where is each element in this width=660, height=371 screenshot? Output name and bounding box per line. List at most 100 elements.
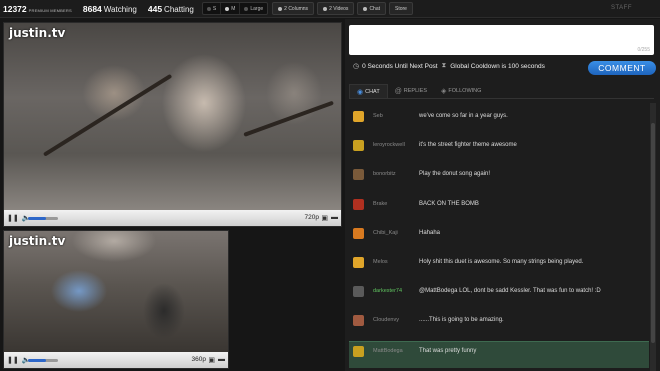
avatar[interactable] [353,111,364,122]
chat-username[interactable]: leroyrockwell [373,140,411,148]
radio-dot-icon [206,6,211,11]
watching-count: 8684 [82,3,102,14]
avatar[interactable] [353,198,364,210]
chat-tabs: ◉ CHAT @ REPLIES ◈ FOLLOWING [349,83,654,99]
avatar[interactable] [353,315,364,327]
popout-icon[interactable]: ▣ [321,214,328,222]
toggle-dot-icon [278,6,283,11]
chat-username[interactable]: MattBodega [373,346,411,354]
two-videos-button[interactable]: 2 Videos [317,2,355,15]
store-button[interactable]: Store [389,2,413,15]
tab-label: CHAT [365,88,380,95]
chat-username[interactable]: Brake [373,199,411,207]
chat-icon: ◉ [357,88,364,96]
chat-message: Seb we've come so far in a year guys. [349,107,649,134]
watching-label: Watching [103,4,137,14]
video-controls: ❚❚ 🔈 360p ▣ ▬ [4,352,228,368]
size-option-medium[interactable]: M [221,3,241,14]
chat-message: MattBodega That was pretty funny [349,340,649,368]
avatar[interactable] [353,140,364,152]
size-selector: S M Large [201,2,269,15]
pause-icon[interactable]: ❚❚ [7,214,19,222]
chat-message: Cloudenvy ......This is going to be amazi… [349,311,649,338]
size-option-small[interactable]: S [203,3,222,14]
volume-slider[interactable] [28,359,58,362]
chat-username[interactable]: darkester74 [373,286,411,294]
chatting-stat: 445 Chatting [145,4,194,14]
avatar[interactable] [353,286,364,298]
premium-members-count: 12372 [3,3,27,14]
chat-message: Melos Holy shit this duet is awesome. So … [349,253,649,280]
chat-message-text: Holy shit this duet is awesome. So many … [419,259,584,265]
following-icon: ◈ [441,88,447,95]
tab-chat[interactable]: ◉ CHAT [349,84,388,98]
avatar[interactable] [353,227,364,239]
chat-message-text: @MattBodega LOL, dont be sadd Kessler. T… [419,288,601,295]
watching-stat: 8684 Watching [80,4,137,14]
chat-scrollbar[interactable] [650,103,656,371]
popout-icon[interactable]: ▣ [208,356,215,364]
chat-message-text: Hahaha [419,229,441,236]
two-videos-label: 2 Videos [329,5,349,12]
premium-members-stat: 12372 PREMIUM MEMBERS [0,4,72,14]
chat-message-text: we've come so far in a year guys. [419,113,508,119]
two-columns-button[interactable]: 2 Columns [272,2,315,15]
top-bar: 12372 PREMIUM MEMBERS 8684 Watching 445 … [0,0,660,18]
justin-tv-logo: justin.tv [9,234,66,248]
comment-button[interactable]: COMMENT [588,61,656,75]
secondary-video-player[interactable]: justin.tv ❚❚ 🔈 360p ▣ ▬ [3,230,229,369]
volume-slider[interactable] [28,217,58,220]
tab-following[interactable]: ◈ FOLLOWING [434,84,488,98]
tab-replies[interactable]: @ REPLIES [388,84,434,98]
chat-message-text: ......This is going to be amazing. [419,317,504,324]
size-option-label: S [212,5,217,12]
avatar[interactable] [353,169,364,181]
chat-username[interactable]: Chibi_Kaji [373,228,411,236]
hourglass-icon: ⧗ [441,62,447,69]
volume-fill [28,359,46,362]
cooldown-status: ◷ 0 Seconds Until Next Post ⧗ Global Coo… [353,62,545,70]
next-post-label: 0 Seconds Until Next Post [362,62,438,70]
tab-label: FOLLOWING [448,88,482,94]
toggle-dot-icon [323,6,328,11]
premium-members-label: PREMIUM MEMBERS [28,7,72,13]
char-counter: 0/255 [637,47,650,53]
chat-message: bonorbitz Play the donut song again! [349,165,649,192]
chat-username[interactable]: Melos [373,257,411,265]
guitar-neck-shape [243,100,334,137]
quality-selector[interactable]: 720p [305,214,319,221]
chat-message: Chibi_Kaji Hahaha [349,224,649,251]
avatar[interactable] [353,345,364,357]
chat-panel: 0/255 ◷ 0 Seconds Until Next Post ⧗ Glob… [345,19,660,371]
toggle-dot-icon [363,6,368,11]
fullscreen-icon[interactable]: ▬ [331,214,338,221]
guitar-neck-shape [42,73,173,157]
chat-message-text: it's the street fighter theme awesome [419,142,517,149]
chat-username[interactable]: Cloudenvy [373,315,411,323]
chat-username[interactable]: Seb [373,111,411,119]
radio-dot-icon [225,6,230,11]
chat-message: leroyrockwell it's the street fighter the… [349,136,649,163]
avatar[interactable] [353,257,364,268]
video-controls: ❚❚ 🔈 720p ▣ ▬ [4,210,341,226]
justin-tv-logo: justin.tv [9,26,66,40]
chat-composer-input[interactable]: 0/255 [349,25,654,55]
chat-toggle-button[interactable]: Chat [357,2,386,15]
chat-message-text: Play the donut song again! [419,171,491,178]
quality-selector[interactable]: 360p [192,356,206,363]
size-option-label: M [231,5,236,12]
pause-icon[interactable]: ❚❚ [7,356,19,364]
scroll-thumb[interactable] [651,123,655,343]
chat-message-list[interactable]: Seb we've come so far in a year guys. lero… [349,103,649,371]
main-video-player[interactable]: justin.tv ❚❚ 🔈 720p ▣ ▬ [3,22,342,227]
size-option-large[interactable]: Large [240,3,267,14]
global-cooldown-label: Global Cooldown is 100 seconds [450,62,545,70]
store-label: Store [395,5,407,12]
volume-fill [28,217,46,220]
fullscreen-icon[interactable]: ▬ [218,356,225,363]
two-columns-label: 2 Columns [284,5,309,12]
chat-username[interactable]: bonorbitz [373,169,411,177]
staff-label: STAFF [610,5,632,11]
tab-label: REPLIES [403,88,428,94]
video-frame [4,23,341,210]
